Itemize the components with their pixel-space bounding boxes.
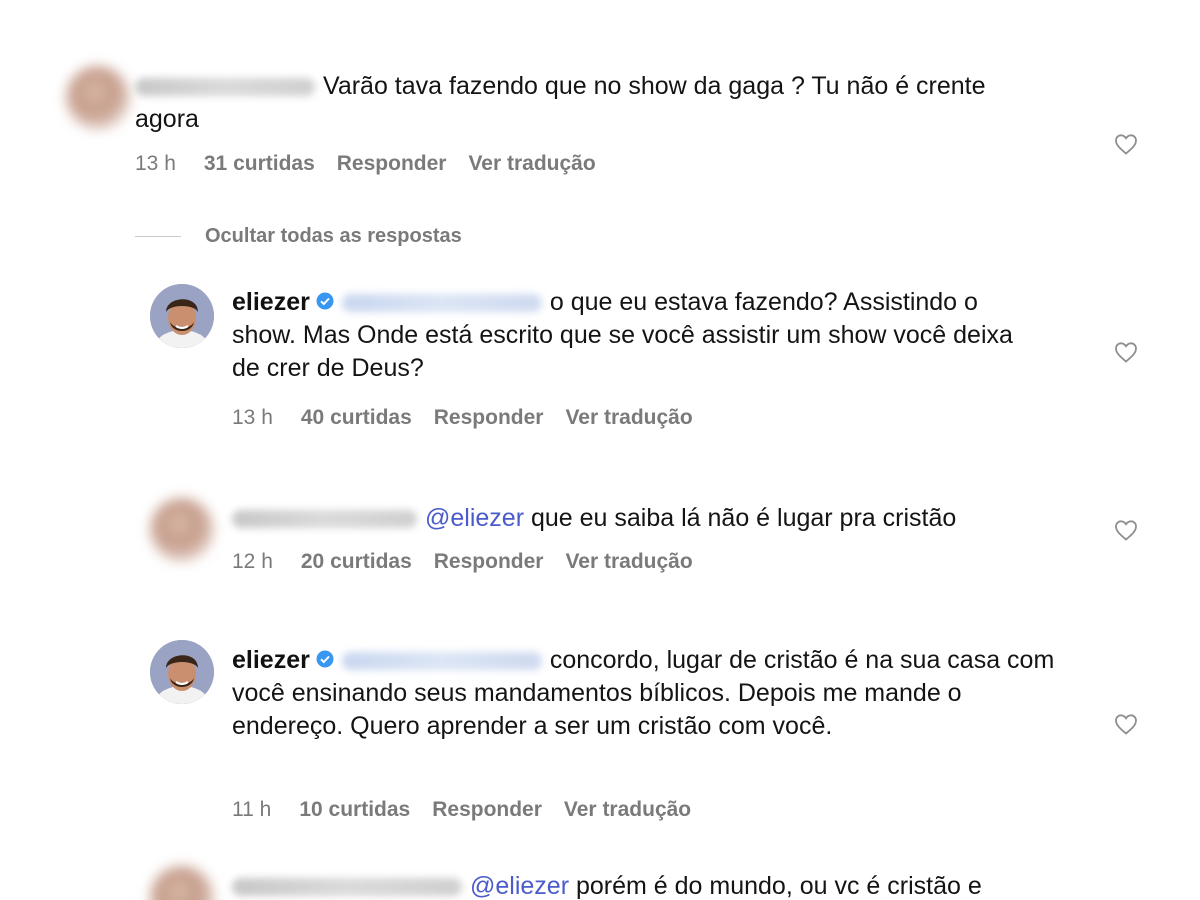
reply-button[interactable]: Responder: [337, 152, 447, 175]
username[interactable]: eliezer: [232, 646, 310, 674]
reply-button[interactable]: Responder: [432, 798, 542, 821]
comment-time: 13 h: [135, 152, 176, 175]
likes-count[interactable]: 10 curtidas: [299, 798, 410, 821]
hide-replies-label[interactable]: Ocultar todas as respostas: [205, 225, 462, 248]
blurred-username[interactable]: [135, 78, 315, 97]
comment-text-block: @eliezer que eu saiba lá não é lugar pra…: [232, 502, 1092, 535]
comment-text-block: @eliezer porém é do mundo, ou vc é crist…: [232, 870, 1132, 900]
translate-button[interactable]: Ver tradução: [565, 550, 692, 573]
comment-meta: 13 h 40 curtidas Responder Ver tradução: [232, 406, 715, 430]
heart-outline-icon[interactable]: [1114, 133, 1138, 155]
comment-text: porém é do mundo, ou vc é cristão e: [575, 872, 982, 900]
comment-meta: 11 h 10 curtidas Responder Ver tradução: [232, 798, 713, 822]
likes-count[interactable]: 40 curtidas: [301, 406, 412, 429]
comments-page: Varão tava fazendo que no show da gaga ?…: [0, 0, 1200, 900]
hide-replies-toggle[interactable]: Ocultar todas as respostas: [135, 222, 462, 250]
blurred-username[interactable]: [232, 878, 462, 897]
avatar[interactable]: [150, 866, 214, 900]
reply-button[interactable]: Responder: [434, 406, 544, 429]
comment-time: 13 h: [232, 406, 273, 429]
comment-text: que eu saiba lá não é lugar pra cristão: [530, 504, 957, 532]
avatar-portrait: [150, 284, 214, 348]
heart-outline-icon[interactable]: [1114, 713, 1138, 735]
username[interactable]: eliezer: [232, 288, 310, 316]
heart-outline-icon[interactable]: [1114, 519, 1138, 541]
avatar[interactable]: [66, 66, 130, 130]
comment-text-block: eliezer concordo, lugar de cristão é na s…: [232, 644, 1062, 743]
mention-link[interactable]: @eliezer: [425, 504, 524, 532]
translate-button[interactable]: Ver tradução: [564, 798, 691, 821]
verified-badge-icon: [316, 650, 334, 668]
avatar[interactable]: [150, 640, 214, 704]
blurred-mention[interactable]: [341, 652, 542, 671]
blurred-username[interactable]: [232, 510, 417, 529]
likes-count[interactable]: 20 curtidas: [301, 550, 412, 573]
comment-text-block: Varão tava fazendo que no show da gaga ?…: [135, 70, 1015, 136]
divider-line: [135, 235, 181, 237]
translate-button[interactable]: Ver tradução: [468, 152, 595, 175]
verified-badge-icon: [316, 292, 334, 310]
avatar[interactable]: [150, 498, 214, 562]
heart-outline-icon[interactable]: [1114, 341, 1138, 363]
comment-meta: 13 h 31 curtidas Responder Ver tradução: [135, 152, 618, 176]
avatar[interactable]: [150, 284, 214, 348]
blurred-mention[interactable]: [341, 294, 542, 313]
translate-button[interactable]: Ver tradução: [565, 406, 692, 429]
comment-time: 12 h: [232, 550, 273, 573]
reply-button[interactable]: Responder: [434, 550, 544, 573]
comment-time: 11 h: [232, 798, 272, 821]
likes-count[interactable]: 31 curtidas: [204, 152, 315, 175]
comment-meta: 12 h 20 curtidas Responder Ver tradução: [232, 550, 715, 574]
avatar-portrait: [150, 640, 214, 704]
comment-text-block: eliezer o que eu estava fazendo? Assistin…: [232, 286, 1042, 385]
mention-link[interactable]: @eliezer: [470, 872, 569, 900]
